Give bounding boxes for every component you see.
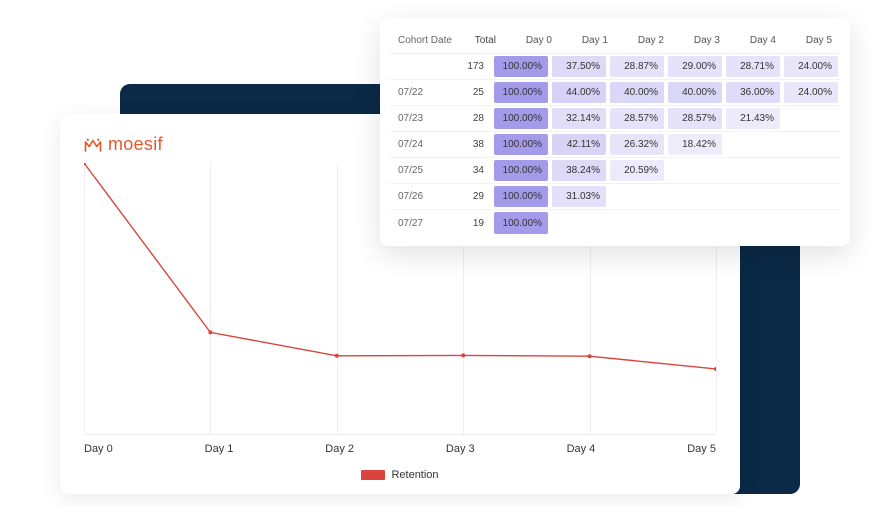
- table-cell-value: [782, 210, 840, 236]
- table-cell-value: 28.57%: [608, 106, 666, 131]
- table-cell-date: 07/22: [390, 80, 448, 105]
- table-cell-value: [782, 106, 840, 131]
- table-cell-value: 100.00%: [492, 184, 550, 209]
- table-header: Day 4: [728, 28, 784, 53]
- cohort-table-card: Cohort Date Total Day 0 Day 1 Day 2 Day …: [380, 18, 850, 246]
- table-cell-date: [390, 54, 448, 79]
- table-cell-value: [782, 158, 840, 183]
- table-cell-value: 18.42%: [666, 132, 724, 157]
- table-row: 07/2719100.00%: [390, 210, 840, 236]
- table-cell-value: 24.00%: [782, 54, 840, 79]
- table-cell-total: 25: [448, 80, 492, 105]
- table-cell-value: 37.50%: [550, 54, 608, 79]
- table-header: Day 5: [784, 28, 840, 53]
- table-cell-value: 31.03%: [550, 184, 608, 209]
- table-cell-value: [608, 184, 666, 209]
- table-header: Total: [460, 28, 504, 53]
- table-cell-value: 100.00%: [492, 210, 550, 236]
- x-tick: Day 3: [446, 443, 475, 455]
- table-cell-value: 44.00%: [550, 80, 608, 105]
- table-cell-total: 28: [448, 106, 492, 131]
- table-cell-value: 28.71%: [724, 54, 782, 79]
- table-cell-date: 07/23: [390, 106, 448, 131]
- table-cell-value: 40.00%: [666, 80, 724, 105]
- table-cell-value: [782, 184, 840, 209]
- table-header: Day 0: [504, 28, 560, 53]
- table-cell-total: 173: [448, 54, 492, 79]
- table-cell-value: 38.24%: [550, 158, 608, 183]
- table-row: 07/2328100.00%32.14%28.57%28.57%21.43%: [390, 106, 840, 132]
- table-cell-value: [550, 210, 608, 236]
- table-cell-value: [724, 132, 782, 157]
- table-cell-value: [782, 132, 840, 157]
- table-cell-value: 26.32%: [608, 132, 666, 157]
- table-cell-value: [608, 210, 666, 236]
- chart-x-axis: Day 0 Day 1 Day 2 Day 3 Day 4 Day 5: [84, 435, 716, 455]
- table-cell-total: 34: [448, 158, 492, 183]
- table-cell-value: 36.00%: [724, 80, 782, 105]
- table-header: Day 3: [672, 28, 728, 53]
- table-cell-value: [666, 158, 724, 183]
- table-row: 07/2225100.00%44.00%40.00%40.00%36.00%24…: [390, 80, 840, 106]
- table-row: 07/2629100.00%31.03%: [390, 184, 840, 210]
- table-cell-date: 07/25: [390, 158, 448, 183]
- table-cell-value: 20.59%: [608, 158, 666, 183]
- table-cell-value: 100.00%: [492, 106, 550, 131]
- legend-label: Retention: [391, 469, 438, 481]
- legend-swatch: [361, 470, 385, 480]
- table-header: Day 1: [560, 28, 616, 53]
- table-cell-value: 40.00%: [608, 80, 666, 105]
- table-cell-date: 07/24: [390, 132, 448, 157]
- table-cell-value: [724, 210, 782, 236]
- x-tick: Day 2: [325, 443, 354, 455]
- table-cell-value: 32.14%: [550, 106, 608, 131]
- table-cell-value: 100.00%: [492, 80, 550, 105]
- table-header: Day 2: [616, 28, 672, 53]
- table-cell-value: [666, 184, 724, 209]
- table-cell-value: 24.00%: [782, 80, 840, 105]
- table-cell-value: 100.00%: [492, 158, 550, 183]
- table-cell-value: 42.11%: [550, 132, 608, 157]
- table-cell-total: 38: [448, 132, 492, 157]
- table-cell-total: 29: [448, 184, 492, 209]
- x-tick: Day 4: [567, 443, 596, 455]
- table-row: 173100.00%37.50%28.87%29.00%28.71%24.00%: [390, 54, 840, 80]
- table-row: 07/2438100.00%42.11%26.32%18.42%: [390, 132, 840, 158]
- table-cell-value: [724, 184, 782, 209]
- table-cell-value: 100.00%: [492, 54, 550, 79]
- table-cell-value: 21.43%: [724, 106, 782, 131]
- table-cell-value: 100.00%: [492, 132, 550, 157]
- table-header-row: Cohort Date Total Day 0 Day 1 Day 2 Day …: [390, 28, 840, 54]
- table-row: 07/2534100.00%38.24%20.59%: [390, 158, 840, 184]
- table-cell-date: 07/27: [390, 210, 448, 236]
- x-tick: Day 5: [687, 443, 716, 455]
- chart-legend: Retention: [84, 455, 716, 481]
- table-cell-date: 07/26: [390, 184, 448, 209]
- table-cell-value: [724, 158, 782, 183]
- x-tick: Day 1: [205, 443, 234, 455]
- table-header: Cohort Date: [390, 28, 460, 53]
- table-cell-value: 28.57%: [666, 106, 724, 131]
- table-cell-value: [666, 210, 724, 236]
- x-tick: Day 0: [84, 443, 113, 455]
- moesif-icon: [84, 136, 102, 154]
- table-cell-value: 28.87%: [608, 54, 666, 79]
- table-cell-value: 29.00%: [666, 54, 724, 79]
- table-cell-total: 19: [448, 210, 492, 236]
- brand-name: moesif: [108, 134, 163, 155]
